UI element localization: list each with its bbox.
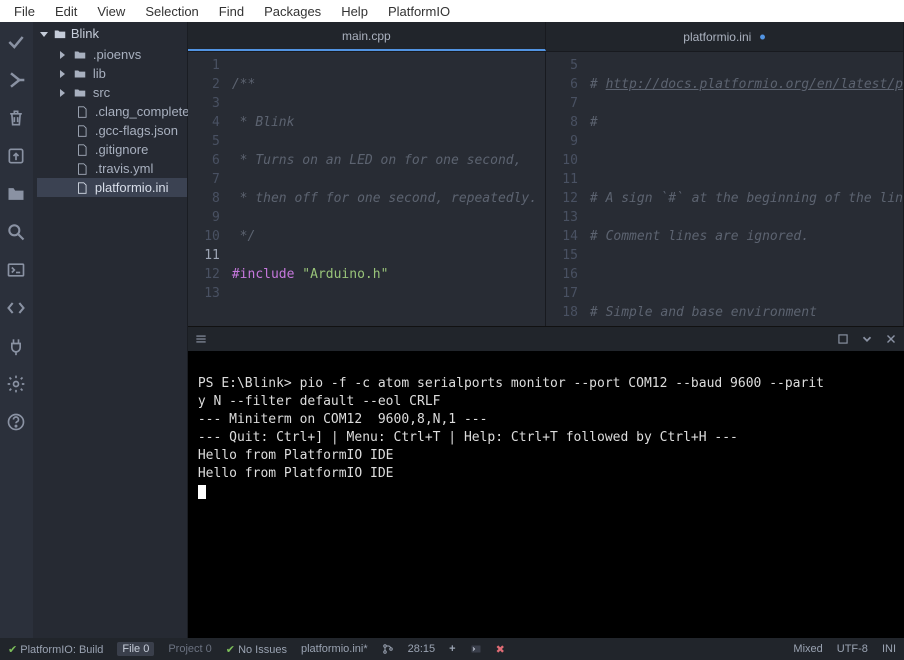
status-plus-icon[interactable]: + (449, 643, 455, 655)
file-icon (75, 181, 89, 195)
status-project-count[interactable]: Project 0 (168, 643, 211, 655)
status-git-icon[interactable] (382, 643, 394, 655)
status-issues[interactable]: ✔ No Issues (226, 643, 287, 656)
tree-folder-pioenvs[interactable]: .pioenvs (37, 45, 187, 64)
terminal-icon[interactable] (6, 260, 26, 280)
tree-label: .clang_complete (95, 104, 190, 119)
file-icon (75, 162, 89, 176)
gear-icon[interactable] (6, 374, 26, 394)
editor-area: main.cpp platformio.ini• 123456789101112… (188, 22, 904, 638)
tree-folder-lib[interactable]: lib (37, 64, 187, 83)
tree-folder-src[interactable]: src (37, 83, 187, 102)
tree-file-travis[interactable]: .travis.yml (37, 159, 187, 178)
chevron-right-icon (57, 88, 67, 98)
folder-icon (73, 67, 87, 81)
code-left[interactable]: /** * Blink * Turns on an LED on for one… (228, 52, 545, 326)
tab-main-cpp[interactable]: main.cpp (188, 22, 546, 51)
status-close-terminal-icon[interactable]: ✖ (496, 643, 505, 656)
menu-find[interactable]: Find (209, 2, 254, 21)
plug-icon[interactable] (6, 336, 26, 356)
status-line-ending[interactable]: Mixed (793, 643, 822, 655)
status-file-count[interactable]: File 0 (117, 643, 154, 655)
status-filename[interactable]: platformio.ini* (301, 643, 368, 655)
check-icon[interactable] (6, 32, 26, 52)
menu-view[interactable]: View (87, 2, 135, 21)
terminal-toolbar (188, 327, 904, 351)
tree-label: src (93, 85, 110, 100)
editor-left[interactable]: 12345678910111213 /** * Blink * Turns on… (188, 52, 546, 326)
status-terminal-icon[interactable] (470, 643, 482, 655)
chevron-right-icon (57, 69, 67, 79)
status-bar: ✔ PlatformIO: Build File 0 Project 0 ✔ N… (0, 638, 904, 660)
folder-icon (73, 86, 87, 100)
search-icon[interactable] (6, 222, 26, 242)
status-cursor-pos[interactable]: 28:15 (408, 643, 436, 655)
chevron-right-icon (57, 50, 67, 60)
close-icon[interactable] (884, 332, 898, 346)
tab-bar: main.cpp platformio.ini• (188, 22, 904, 52)
menu-help[interactable]: Help (331, 2, 378, 21)
upload-icon[interactable] (6, 146, 26, 166)
folder-icon[interactable] (6, 184, 26, 204)
chevron-down-icon[interactable] (860, 332, 874, 346)
file-icon (75, 143, 89, 157)
code-icon[interactable] (6, 298, 26, 318)
menu-file[interactable]: File (4, 2, 45, 21)
menu-edit[interactable]: Edit (45, 2, 87, 21)
tab-platformio-ini[interactable]: platformio.ini• (546, 22, 904, 51)
terminal-cursor (198, 485, 206, 499)
tab-label: platformio.ini (683, 30, 751, 44)
tab-label: main.cpp (342, 29, 391, 43)
status-encoding[interactable]: UTF-8 (837, 643, 868, 655)
status-build[interactable]: ✔ PlatformIO: Build (8, 643, 103, 656)
folder-icon (73, 48, 87, 62)
status-language[interactable]: INI (882, 643, 896, 655)
menu-packages[interactable]: Packages (254, 2, 331, 21)
activity-bar (0, 22, 33, 638)
tree-label: .gcc-flags.json (95, 123, 178, 138)
file-icon (75, 105, 89, 119)
tree-file-gitignore[interactable]: .gitignore (37, 140, 187, 159)
project-root[interactable]: Blink (33, 22, 187, 45)
chevron-down-icon (39, 29, 49, 39)
hamburger-icon[interactable] (194, 332, 208, 346)
tree-file-clang[interactable]: .clang_complete (37, 102, 187, 121)
folder-open-icon (53, 27, 67, 41)
code-right[interactable]: # http://docs.platformio.org/en/latest/p… (586, 52, 903, 326)
tree-label: .gitignore (95, 142, 148, 157)
tree-label: .travis.yml (95, 161, 154, 176)
terminal-output[interactable]: PS E:\Blink> pio -f -c atom serialports … (188, 351, 904, 525)
tree-file-platformio[interactable]: platformio.ini (37, 178, 187, 197)
file-icon (75, 124, 89, 138)
tree-label: platformio.ini (95, 180, 169, 195)
gutter-left: 12345678910111213 (188, 52, 228, 326)
arrow-right-icon[interactable] (6, 70, 26, 90)
file-tree: Blink .pioenvs lib src .clang_complete (33, 22, 188, 638)
editor-right[interactable]: 56789101112131415161718 # http://docs.pl… (546, 52, 904, 326)
tree-label: lib (93, 66, 106, 81)
project-name: Blink (71, 26, 99, 41)
trash-icon[interactable] (6, 108, 26, 128)
tree-label: .pioenvs (93, 47, 141, 62)
terminal-panel: PS E:\Blink> pio -f -c atom serialports … (188, 326, 904, 638)
help-icon[interactable] (6, 412, 26, 432)
maximize-icon[interactable] (836, 332, 850, 346)
menu-selection[interactable]: Selection (135, 2, 208, 21)
menubar: File Edit View Selection Find Packages H… (0, 0, 904, 22)
tree-file-gcc[interactable]: .gcc-flags.json (37, 121, 187, 140)
gutter-right: 56789101112131415161718 (546, 52, 586, 326)
menu-platformio[interactable]: PlatformIO (378, 2, 460, 21)
